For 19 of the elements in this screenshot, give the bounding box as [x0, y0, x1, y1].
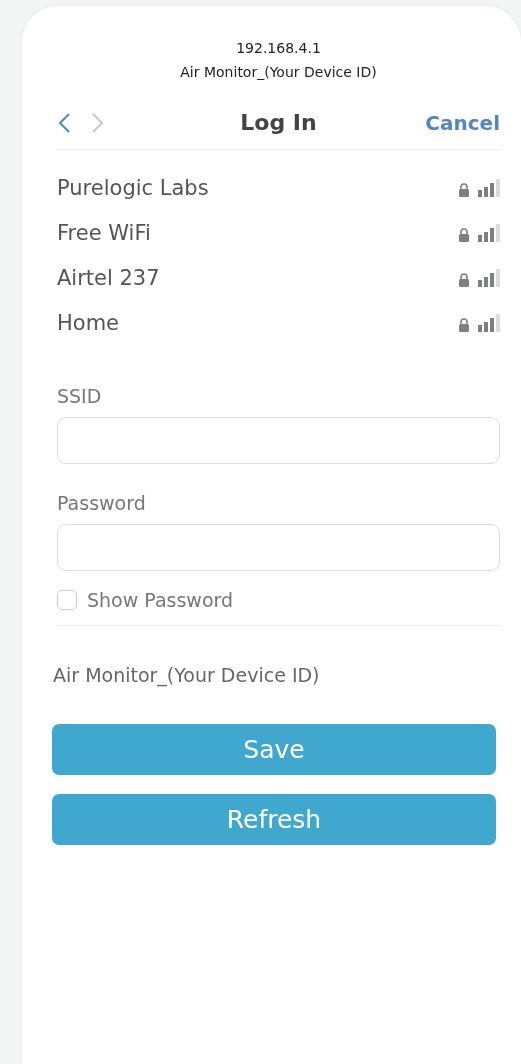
ssid-field[interactable]: [57, 417, 500, 464]
device-name: Air Monitor_(Your Device ID): [53, 664, 321, 686]
network-name[interactable]: Purelogic Labs: [57, 176, 209, 200]
password-field[interactable]: [57, 524, 500, 571]
network-name[interactable]: Free WiFi: [57, 221, 151, 245]
ssid-label: SSID: [57, 385, 103, 407]
signal-icon: [478, 269, 500, 287]
cancel-link[interactable]: Cancel: [390, 110, 500, 135]
device-title: Air Monitor_(Your Device ID): [180, 64, 377, 80]
password-label: Password: [57, 492, 147, 514]
network-name[interactable]: Airtel 237: [57, 266, 160, 290]
show-password-checkbox[interactable]: [57, 590, 77, 610]
page-title: Log In: [239, 110, 318, 135]
signal-icon: [478, 314, 500, 332]
show-password-label: Show Password: [87, 589, 234, 611]
ip-address: 192.168.4.1: [236, 40, 321, 56]
signal-icon: [478, 224, 500, 242]
signal-icon: [478, 179, 500, 197]
network-name[interactable]: Home: [57, 311, 119, 335]
